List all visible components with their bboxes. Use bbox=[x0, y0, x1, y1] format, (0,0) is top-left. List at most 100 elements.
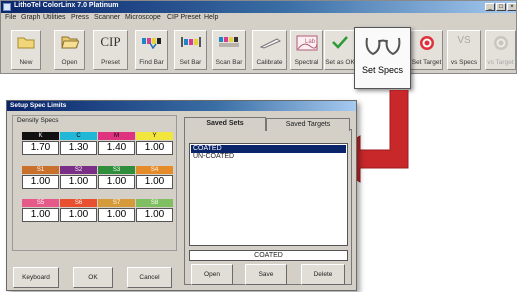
swatch-s8: S8 bbox=[136, 199, 173, 207]
set-bar-button[interactable]: Set Bar bbox=[174, 30, 207, 70]
close-button[interactable]: × bbox=[507, 3, 516, 11]
swatch-s2: S2 bbox=[60, 166, 97, 174]
set-name-field[interactable]: COATED bbox=[189, 250, 348, 261]
density-specs-group: Density Specs K C M Y 1.70 1.30 1.40 1.0… bbox=[12, 115, 177, 251]
new-button[interactable]: New bbox=[11, 30, 41, 70]
preset-button[interactable]: CIP Preset bbox=[93, 30, 128, 70]
menu-scanner[interactable]: Scanner bbox=[94, 14, 120, 21]
set-specs-label: Set Specs bbox=[361, 65, 404, 75]
cancel-button[interactable]: Cancel bbox=[127, 267, 172, 288]
swatch-row-spot-2: S5 S6 S7 S8 bbox=[22, 199, 173, 207]
spectral-button[interactable]: Lab Spectral bbox=[290, 30, 323, 70]
spec-value-s8[interactable]: 1.00 bbox=[136, 208, 173, 222]
swatch-row-spot-1: S1 S2 S3 S4 bbox=[22, 166, 173, 174]
spec-value-s5[interactable]: 1.00 bbox=[22, 208, 59, 222]
swatch-row-process: K C M Y bbox=[22, 132, 173, 140]
menu-cip-preset[interactable]: CIP Preset bbox=[167, 14, 201, 21]
spec-value-k[interactable]: 1.70 bbox=[22, 141, 59, 155]
swatch-k: K bbox=[22, 132, 59, 140]
new-label: New bbox=[19, 59, 33, 66]
ok-button[interactable]: OK bbox=[73, 267, 113, 288]
spec-value-y[interactable]: 1.00 bbox=[136, 141, 173, 155]
checkmark-icon bbox=[332, 36, 348, 49]
swatch-s5: S5 bbox=[22, 199, 59, 207]
spec-value-s4[interactable]: 1.00 bbox=[136, 175, 173, 189]
find-bar-icon bbox=[141, 38, 161, 49]
saved-sets-panel: COATED UN-COATED COATED Open Save Delete bbox=[184, 129, 352, 285]
saved-sets-list[interactable]: COATED UN-COATED bbox=[189, 143, 348, 246]
vs-target-icon bbox=[493, 36, 508, 50]
swatch-s7: S7 bbox=[98, 199, 135, 207]
value-row-spot-1: 1.00 1.00 1.00 1.00 bbox=[22, 175, 173, 189]
folder-icon bbox=[17, 37, 35, 49]
list-item-un-coated[interactable]: UN-COATED bbox=[191, 153, 346, 161]
calibrate-label: Calibrate bbox=[256, 59, 283, 66]
value-row-process: 1.70 1.30 1.40 1.00 bbox=[22, 141, 173, 155]
set-target-label: Set Target bbox=[411, 59, 442, 66]
menu-graph[interactable]: Graph bbox=[21, 14, 40, 21]
vs-specs-icon: VS bbox=[457, 35, 471, 46]
setup-spec-limits-dialog: Setup Spec Limits Density Specs K C M Y … bbox=[6, 100, 357, 291]
minimize-button[interactable]: _ bbox=[485, 3, 495, 11]
spec-value-s7[interactable]: 1.00 bbox=[98, 208, 135, 222]
keyboard-button[interactable]: Keyboard bbox=[13, 267, 59, 288]
density-specs-label: Density Specs bbox=[17, 117, 59, 124]
spec-value-s2[interactable]: 1.00 bbox=[60, 175, 97, 189]
set-bar-icon bbox=[180, 37, 201, 47]
menu-file[interactable]: File bbox=[5, 14, 16, 21]
screenshot-root: LithoTel ColorLinx 7.0 Platinum _ □ × Fi… bbox=[0, 0, 517, 292]
value-row-spot-2: 1.00 1.00 1.00 1.00 bbox=[22, 208, 173, 222]
menu-help[interactable]: Help bbox=[204, 14, 218, 21]
spec-value-s1[interactable]: 1.00 bbox=[22, 175, 59, 189]
set-specs-callout[interactable]: Set Specs bbox=[354, 27, 411, 89]
spec-value-s6[interactable]: 1.00 bbox=[60, 208, 97, 222]
maximize-button[interactable]: □ bbox=[496, 3, 506, 11]
spec-value-c[interactable]: 1.30 bbox=[60, 141, 97, 155]
calibrate-icon bbox=[259, 38, 281, 49]
spec-value-m[interactable]: 1.40 bbox=[98, 141, 135, 155]
find-bar-button[interactable]: Find Bar bbox=[135, 30, 168, 70]
spec-value-s3[interactable]: 1.00 bbox=[98, 175, 135, 189]
app-icon bbox=[3, 3, 11, 11]
menu-microscope[interactable]: Microscope bbox=[125, 14, 161, 21]
set-as-ok-label: Set as OK bbox=[325, 59, 355, 66]
dialog-title-bar: Setup Spec Limits bbox=[7, 101, 356, 111]
menu-utilities[interactable]: Utilities bbox=[43, 14, 66, 21]
dialog-title: Setup Spec Limits bbox=[10, 102, 67, 109]
tab-area: Saved Sets Saved Targets COATED UN-COATE… bbox=[184, 117, 352, 287]
menu-press[interactable]: Press bbox=[71, 14, 89, 21]
app-title: LithoTel ColorLinx 7.0 Platinum bbox=[14, 2, 119, 9]
title-bar: LithoTel ColorLinx 7.0 Platinum _ □ × bbox=[1, 1, 516, 13]
vs-target-button[interactable]: vs Target bbox=[485, 30, 516, 70]
scan-bar-button[interactable]: Scan Bar bbox=[212, 30, 246, 70]
cip-icon: CIP bbox=[100, 34, 121, 49]
calibrate-button[interactable]: Calibrate bbox=[252, 30, 287, 70]
scan-bar-icon bbox=[219, 37, 239, 47]
tab-saved-targets[interactable]: Saved Targets bbox=[266, 118, 350, 131]
set-as-ok-button[interactable]: Set as OK bbox=[324, 30, 356, 70]
vs-specs-label: vs Specs bbox=[450, 59, 478, 66]
vs-target-label: vs Target bbox=[487, 59, 514, 66]
set-bar-label: Set Bar bbox=[179, 59, 202, 66]
app-window: LithoTel ColorLinx 7.0 Platinum _ □ × Fi… bbox=[0, 0, 517, 74]
swatch-s4: S4 bbox=[136, 166, 173, 174]
vs-specs-button[interactable]: VS vs Specs bbox=[447, 30, 481, 70]
swatch-s3: S3 bbox=[98, 166, 135, 174]
target-icon bbox=[419, 36, 434, 50]
swatch-m: M bbox=[98, 132, 135, 140]
spectral-label: Spectral bbox=[294, 59, 319, 66]
save-set-button[interactable]: Save bbox=[245, 264, 287, 285]
open-folder-icon bbox=[60, 36, 79, 49]
tab-saved-sets[interactable]: Saved Sets bbox=[184, 117, 266, 131]
open-button[interactable]: Open bbox=[54, 30, 85, 70]
open-label: Open bbox=[61, 59, 78, 66]
swatch-s1: S1 bbox=[22, 166, 59, 174]
find-bar-label: Find Bar bbox=[139, 59, 164, 66]
open-set-button[interactable]: Open bbox=[191, 264, 233, 285]
delete-set-button[interactable]: Delete bbox=[301, 264, 345, 285]
list-item-coated[interactable]: COATED bbox=[191, 145, 346, 153]
swatch-y: Y bbox=[136, 132, 173, 140]
spectral-icon: Lab bbox=[296, 35, 317, 51]
toolbar: New Open CIP Preset Find Bar Set Bar Sca… bbox=[1, 26, 516, 73]
set-target-button[interactable]: Set Target bbox=[410, 30, 443, 70]
